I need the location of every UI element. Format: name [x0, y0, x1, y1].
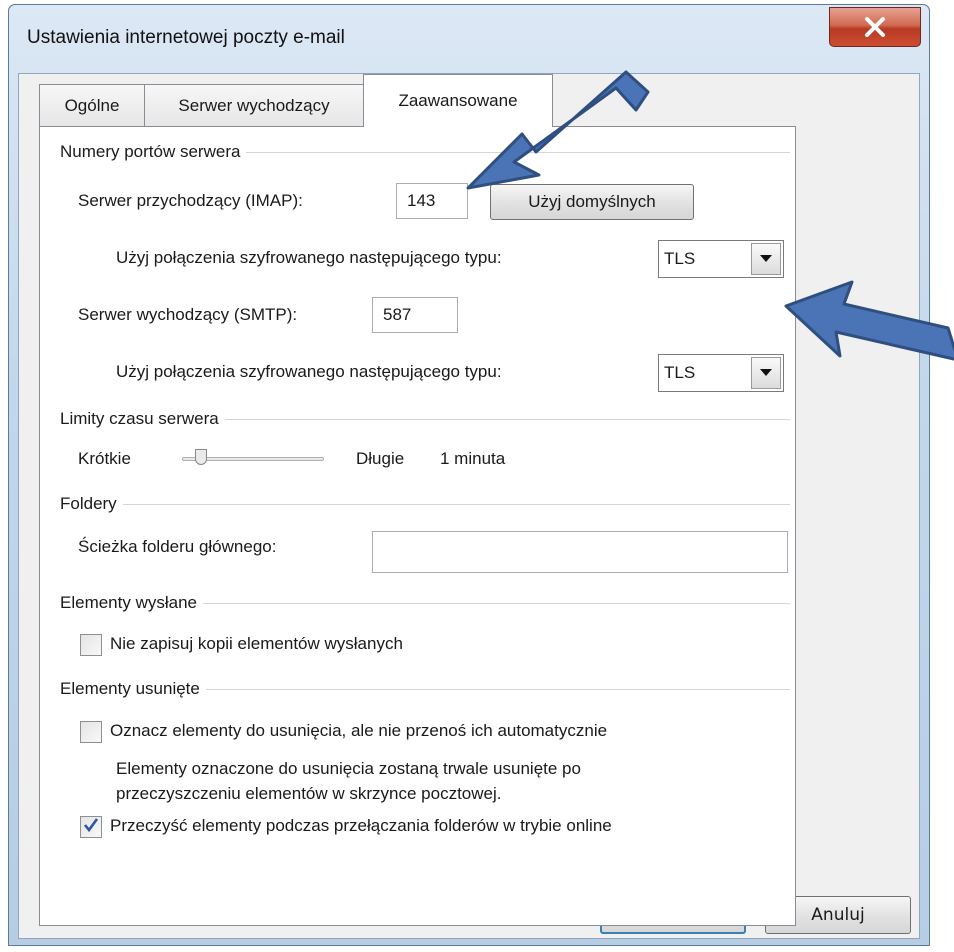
dialog-window: Ustawienia internetowej poczty e-mail Og… [8, 4, 930, 946]
group-label: Elementy usunięte [60, 679, 200, 698]
group-sent-items: Elementy wysłane [60, 592, 790, 614]
group-label: Foldery [60, 494, 117, 513]
deleted-note-line1: Elementy oznaczone do usunięcia zostaną … [116, 759, 581, 778]
tab-zaawansowane[interactable]: Zaawansowane [363, 74, 553, 127]
timeout-long-label: Długie [356, 449, 405, 468]
tab-serwer-wychodzacy[interactable]: Serwer wychodzący [144, 84, 364, 126]
chevron-down-icon[interactable] [751, 243, 781, 275]
group-server-timeouts: Limity czasu serwera [60, 408, 790, 430]
group-deleted-items: Elementy usunięte [60, 678, 790, 700]
group-port-numbers: Numery portów serwera [60, 141, 790, 163]
incoming-port-label: Serwer przychodzący (IMAP): [78, 191, 303, 210]
outgoing-port-label: Serwer wychodzący (SMTP): [78, 305, 298, 324]
close-button[interactable] [829, 7, 921, 47]
select-value: TLS [664, 363, 696, 382]
dialog-client-area: Ogólne Serwer wychodzący Zaawansowane Nu… [18, 73, 920, 939]
group-divider [203, 602, 790, 604]
close-icon [864, 17, 886, 37]
mark-deleted-checkbox[interactable] [80, 721, 102, 743]
incoming-encryption-select[interactable]: TLS [658, 240, 784, 278]
timeout-short-label: Krótkie [78, 449, 131, 468]
mark-deleted-label: Oznacz elementy do usunięcia, ale nie pr… [110, 721, 608, 740]
root-folder-label: Ścieżka folderu głównego: [78, 537, 277, 556]
outgoing-encryption-select[interactable]: TLS [658, 354, 784, 392]
timeout-slider-thumb[interactable] [195, 449, 207, 465]
dont-save-sent-label: Nie zapisuj kopii elementów wysłanych [110, 634, 403, 653]
window-title: Ustawienia internetowej poczty e-mail [27, 27, 345, 48]
incoming-encryption-label: Użyj połączenia szyfrowanego następujące… [116, 248, 502, 267]
purge-items-label: Przeczyść elementy podczas przełączania … [110, 816, 612, 835]
tab-label: Ogólne [64, 95, 120, 115]
group-divider [224, 418, 790, 420]
group-divider [205, 688, 790, 690]
group-divider [246, 151, 790, 153]
group-label: Numery portów serwera [60, 142, 241, 161]
tab-label: Zaawansowane [398, 91, 518, 110]
checkmark-icon [83, 817, 99, 838]
deleted-note-line2: przeczyszczeniu elementów w skrzynce poc… [116, 784, 502, 803]
purge-items-checkbox[interactable] [80, 816, 102, 838]
use-defaults-button[interactable]: Użyj domyślnych [490, 184, 694, 220]
dont-save-sent-checkbox[interactable] [80, 634, 102, 656]
tab-panel-advanced: Numery portów serwera Serwer przychodząc… [39, 126, 796, 926]
root-folder-input[interactable] [372, 531, 788, 573]
tab-label: Serwer wychodzący [178, 95, 330, 115]
incoming-port-input[interactable]: 143 [396, 183, 468, 219]
tab-ogolne[interactable]: Ogólne [39, 84, 145, 126]
outgoing-encryption-label: Użyj połączenia szyfrowanego następujące… [116, 362, 502, 381]
group-label: Limity czasu serwera [60, 409, 219, 428]
select-value: TLS [664, 249, 696, 268]
outgoing-port-input[interactable]: 587 [372, 297, 458, 333]
group-folders: Foldery [60, 493, 790, 515]
chevron-down-icon[interactable] [751, 357, 781, 389]
group-divider [122, 503, 790, 505]
timeout-value: 1 minuta [440, 449, 506, 468]
group-label: Elementy wysłane [60, 593, 198, 612]
